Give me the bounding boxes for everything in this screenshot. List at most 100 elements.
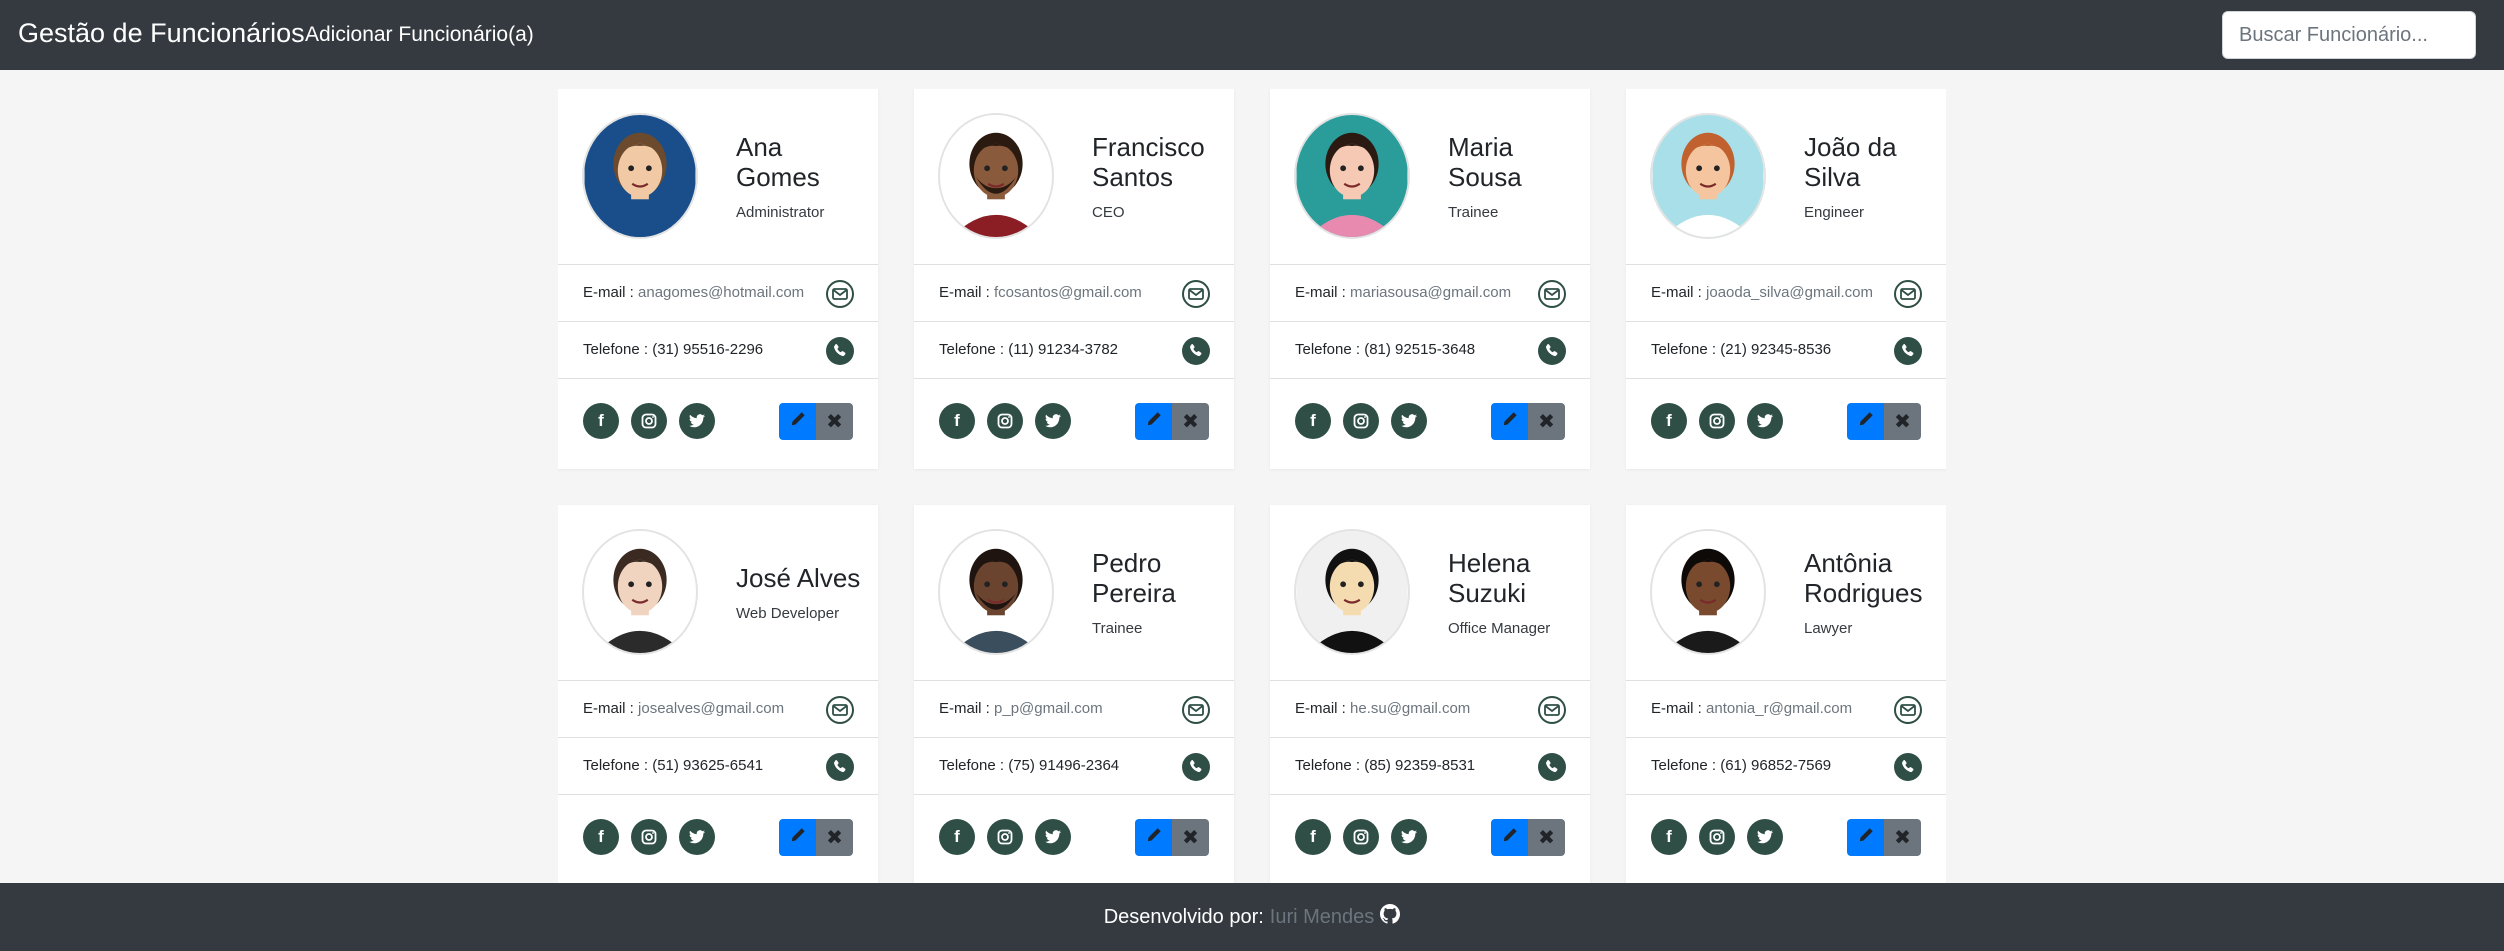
facebook-icon[interactable]: f	[1651, 819, 1687, 855]
email-row: E-mail : joaoda_silva@gmail.com	[1626, 264, 1946, 321]
email-row: E-mail : he.su@gmail.com	[1270, 680, 1590, 737]
name-block: Helena Suzuki Office Manager	[1448, 505, 1588, 680]
envelope-icon[interactable]	[1538, 696, 1566, 724]
facebook-icon[interactable]: f	[583, 819, 619, 855]
footer-text: Desenvolvido por:	[1103, 905, 1264, 928]
name-block: Ana Gomes Administrator	[736, 89, 876, 264]
delete-button[interactable]: ✖	[1884, 819, 1921, 856]
employee-role: Lawyer	[1804, 620, 1853, 637]
email-value[interactable]: antonia_r@gmail.com	[1706, 700, 1852, 717]
instagram-icon[interactable]	[1343, 819, 1379, 855]
name-block: Maria Sousa Trainee	[1448, 89, 1588, 264]
brand-title[interactable]: Gestão de Funcionários	[18, 18, 305, 49]
employee-last-name: Sousa	[1448, 162, 1522, 192]
email-value[interactable]: mariasousa@gmail.com	[1350, 284, 1511, 301]
close-icon: ✖	[826, 411, 843, 433]
pencil-icon	[790, 411, 806, 432]
phone-icon[interactable]	[1894, 753, 1922, 781]
email-label: E-mail :	[1651, 284, 1702, 301]
edit-button[interactable]	[1135, 819, 1172, 856]
delete-button[interactable]: ✖	[1528, 403, 1565, 440]
facebook-icon[interactable]: f	[1295, 819, 1331, 855]
card-actions: f ✖	[558, 794, 878, 883]
phone-row: Telefone : (11) 91234-3782	[914, 321, 1234, 378]
employee-role: Trainee	[1092, 620, 1143, 637]
edit-button[interactable]	[1491, 819, 1528, 856]
email-value[interactable]: josealves@gmail.com	[638, 700, 784, 717]
facebook-icon[interactable]: f	[583, 403, 619, 439]
facebook-icon[interactable]: f	[1295, 403, 1331, 439]
email-value[interactable]: anagomes@hotmail.com	[638, 284, 804, 301]
phone-icon[interactable]	[826, 337, 854, 365]
email-value[interactable]: he.su@gmail.com	[1350, 700, 1470, 717]
delete-button[interactable]: ✖	[1172, 403, 1209, 440]
edit-button[interactable]	[1847, 819, 1884, 856]
email-label: E-mail :	[1651, 700, 1702, 717]
envelope-icon[interactable]	[1182, 280, 1210, 308]
edit-button[interactable]	[1847, 403, 1884, 440]
phone-row: Telefone : (51) 93625-6541	[558, 737, 878, 794]
phone-label: Telefone :	[1295, 341, 1361, 358]
phone-icon[interactable]	[1182, 337, 1210, 365]
search-input[interactable]	[2222, 11, 2476, 59]
github-icon[interactable]	[1380, 904, 1401, 930]
card-header: Maria Sousa Trainee	[1270, 89, 1590, 264]
facebook-icon[interactable]: f	[939, 403, 975, 439]
email-value[interactable]: joaoda_silva@gmail.com	[1706, 284, 1873, 301]
twitter-icon[interactable]	[1391, 403, 1427, 439]
name-block: João da Silva Engineer	[1804, 89, 1944, 264]
envelope-icon[interactable]	[1182, 696, 1210, 724]
twitter-icon[interactable]	[1391, 819, 1427, 855]
edit-button[interactable]	[1135, 403, 1172, 440]
avatar	[1650, 529, 1766, 655]
edit-button[interactable]	[779, 819, 816, 856]
twitter-icon[interactable]	[1747, 403, 1783, 439]
employee-role: Trainee	[1448, 204, 1499, 221]
email-text: E-mail : anagomes@hotmail.com	[583, 284, 804, 301]
delete-button[interactable]: ✖	[816, 403, 853, 440]
delete-button[interactable]: ✖	[816, 819, 853, 856]
instagram-icon[interactable]	[631, 819, 667, 855]
instagram-icon[interactable]	[1699, 403, 1735, 439]
phone-icon[interactable]	[1538, 753, 1566, 781]
card-header: Helena Suzuki Office Manager	[1270, 505, 1590, 680]
instagram-icon[interactable]	[1699, 819, 1735, 855]
delete-button[interactable]: ✖	[1884, 403, 1921, 440]
phone-icon[interactable]	[826, 753, 854, 781]
envelope-icon[interactable]	[826, 280, 854, 308]
author-link[interactable]: Iuri Mendes	[1270, 906, 1375, 929]
instagram-icon[interactable]	[1343, 403, 1379, 439]
envelope-icon[interactable]	[826, 696, 854, 724]
instagram-icon[interactable]	[987, 403, 1023, 439]
twitter-icon[interactable]	[1035, 403, 1071, 439]
twitter-icon[interactable]	[1747, 819, 1783, 855]
card-actions: f ✖	[558, 378, 878, 469]
envelope-icon[interactable]	[1538, 280, 1566, 308]
edit-button[interactable]	[779, 403, 816, 440]
pencil-icon	[1146, 411, 1162, 432]
facebook-icon[interactable]: f	[939, 819, 975, 855]
delete-button[interactable]: ✖	[1172, 819, 1209, 856]
close-icon: ✖	[1538, 411, 1555, 433]
email-row: E-mail : mariasousa@gmail.com	[1270, 264, 1590, 321]
instagram-icon[interactable]	[987, 819, 1023, 855]
edit-button[interactable]	[1491, 403, 1528, 440]
twitter-icon[interactable]	[1035, 819, 1071, 855]
twitter-icon[interactable]	[679, 819, 715, 855]
facebook-icon[interactable]: f	[1651, 403, 1687, 439]
pencil-icon	[1502, 411, 1518, 432]
envelope-icon[interactable]	[1894, 696, 1922, 724]
delete-button[interactable]: ✖	[1528, 819, 1565, 856]
twitter-icon[interactable]	[679, 403, 715, 439]
phone-icon[interactable]	[1182, 753, 1210, 781]
phone-text: Telefone : (31) 95516-2296	[583, 341, 763, 358]
phone-icon[interactable]	[1894, 337, 1922, 365]
add-employee-link[interactable]: Adicionar Funcionário(a)	[305, 23, 534, 47]
instagram-icon[interactable]	[631, 403, 667, 439]
email-label: E-mail :	[1295, 700, 1346, 717]
envelope-icon[interactable]	[1894, 280, 1922, 308]
avatar	[1650, 113, 1766, 239]
email-value[interactable]: fcosantos@gmail.com	[994, 284, 1142, 301]
phone-icon[interactable]	[1538, 337, 1566, 365]
email-value[interactable]: p_p@gmail.com	[994, 700, 1103, 717]
